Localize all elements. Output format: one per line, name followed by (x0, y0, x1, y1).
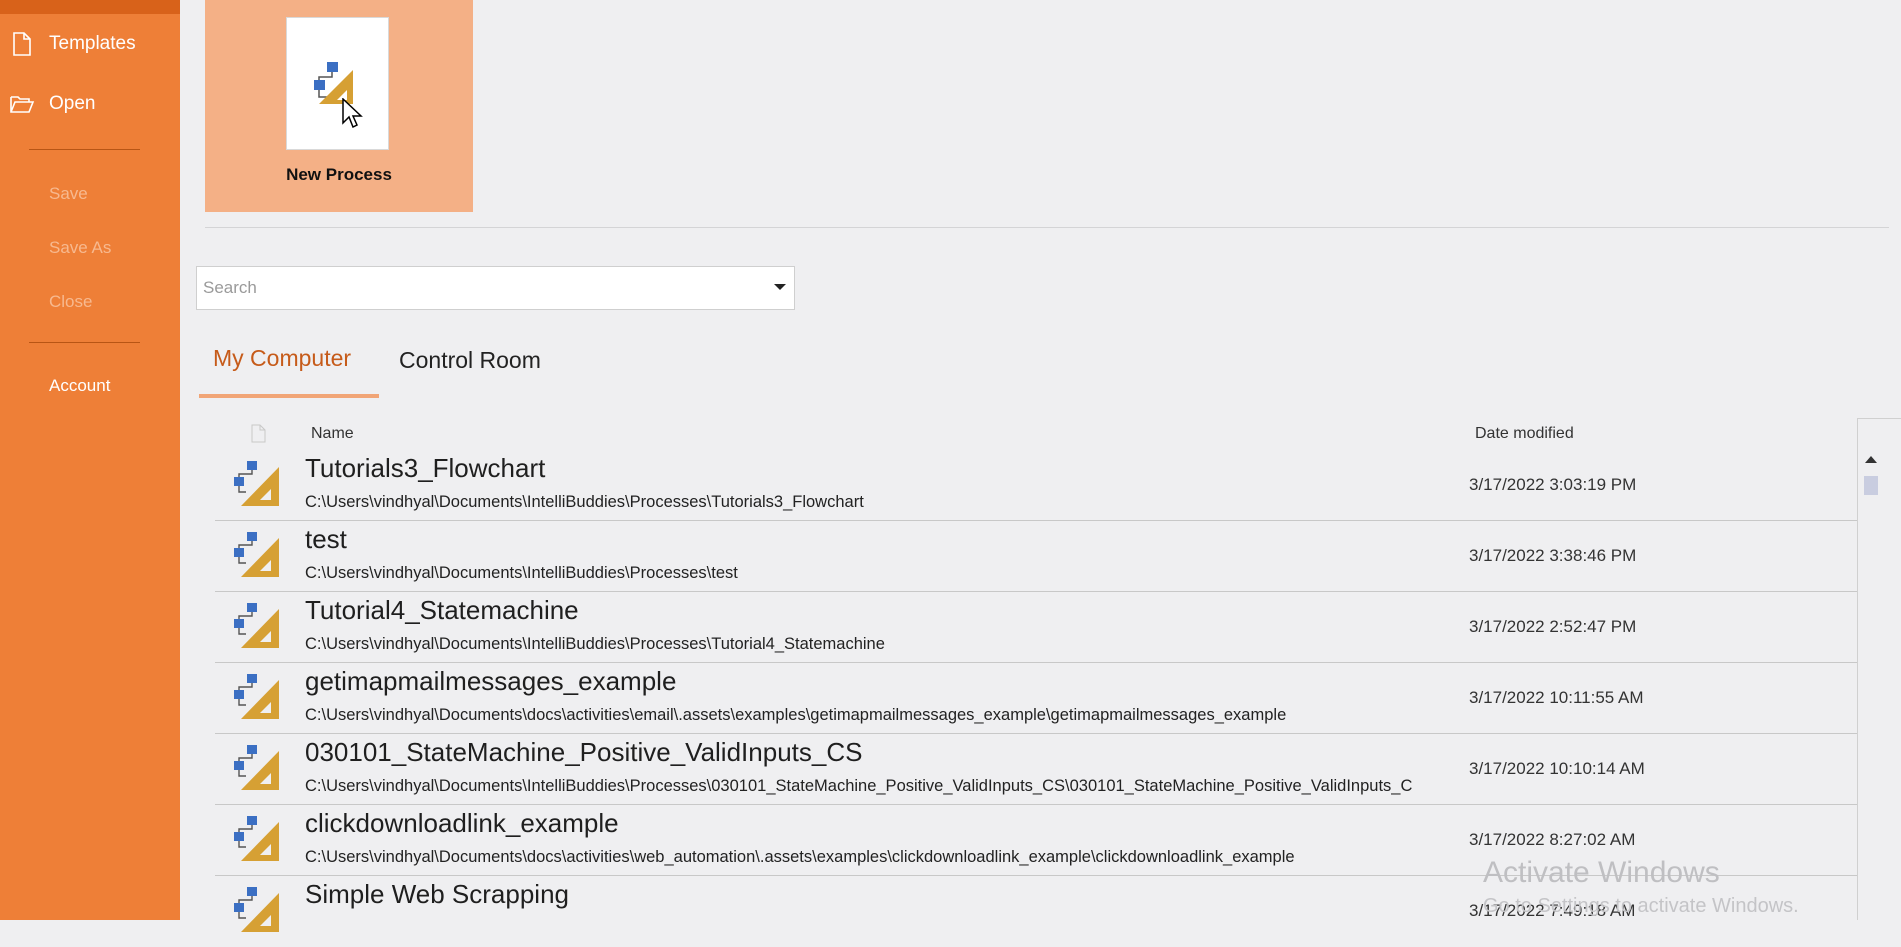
sidebar-item-open[interactable]: Open (0, 82, 180, 126)
row-date: 3/17/2022 8:27:02 AM (1469, 830, 1636, 849)
sidebar-item-close[interactable]: Close (0, 280, 180, 324)
new-process-label: New Process (286, 165, 392, 184)
row-date: 3/17/2022 2:52:47 PM (1469, 617, 1637, 636)
process-file-icon (234, 603, 279, 648)
row-path: C:\Users\vindhyal\Documents\IntelliBuddi… (305, 777, 1413, 795)
row-date: 3/17/2022 3:03:19 PM (1469, 475, 1637, 494)
process-file-icon (234, 532, 279, 577)
folder-open-icon (10, 96, 35, 113)
sidebar-item-save-as[interactable]: Save As (0, 226, 180, 270)
sidebar-item-label: Templates (49, 33, 136, 54)
scroll-up-arrow-icon[interactable] (1865, 456, 1877, 463)
row-date: 3/17/2022 10:10:14 AM (1469, 759, 1645, 778)
row-name: Tutorials3_Flowchart (305, 453, 546, 483)
row-name: 030101_StateMachine_Positive_ValidInputs… (305, 737, 863, 767)
column-header-name[interactable]: Name (311, 425, 354, 443)
row-name: Tutorial4_Statemachine (305, 595, 579, 625)
sidebar-item-label: Save (49, 184, 88, 203)
chevron-down-icon[interactable] (774, 284, 786, 290)
activate-windows-hint: Go to Settings to activate Windows. (1483, 895, 1799, 917)
process-file-icon (234, 887, 279, 932)
table-row[interactable]: test C:\Users\vindhyal\Documents\Intelli… (215, 521, 1857, 592)
row-path: C:\Users\vindhyal\Documents\docs\activit… (305, 706, 1287, 724)
sidebar-item-label: Close (49, 292, 93, 311)
row-date: 3/17/2022 3:38:46 PM (1469, 546, 1637, 565)
new-process-preview (286, 17, 389, 150)
sidebar-item-save[interactable]: Save (0, 172, 180, 216)
document-icon (13, 32, 31, 56)
search-input[interactable] (197, 267, 757, 309)
row-date: 3/17/2022 10:11:55 AM (1469, 688, 1644, 707)
row-name: test (305, 524, 347, 554)
file-type-column-icon (251, 424, 266, 443)
row-path: C:\Users\vindhyal\Documents\docs\activit… (305, 848, 1295, 866)
scrollbar-thumb[interactable] (1864, 476, 1878, 495)
sidebar-item-label: Account (49, 376, 111, 395)
row-path: C:\Users\vindhyal\Documents\IntelliBuddi… (305, 564, 738, 582)
active-tab-indicator (199, 394, 379, 398)
mouse-cursor-icon (342, 98, 363, 129)
table-row[interactable]: getimapmailmessages_example C:\Users\vin… (215, 663, 1857, 734)
tab-my-computer[interactable]: My Computer (213, 345, 351, 372)
new-process-tile[interactable]: New Process (205, 0, 473, 212)
table-row[interactable]: Tutorials3_Flowchart C:\Users\vindhyal\D… (215, 450, 1857, 521)
sidebar-item-templates[interactable]: Templates (0, 22, 180, 66)
table-row[interactable]: 030101_StateMachine_Positive_ValidInputs… (215, 734, 1857, 805)
process-file-icon (234, 674, 279, 719)
section-divider (205, 227, 1889, 228)
row-path: C:\Users\vindhyal\Documents\IntelliBuddi… (305, 635, 885, 653)
row-name: getimapmailmessages_example (305, 666, 677, 696)
sidebar-divider (29, 149, 140, 150)
process-file-icon (234, 745, 279, 790)
sidebar-item-label: Open (49, 93, 96, 114)
column-header-date-modified[interactable]: Date modified (1475, 425, 1574, 443)
activate-windows-watermark: Activate Windows (1483, 856, 1720, 889)
process-file-icon (234, 816, 279, 861)
table-row[interactable]: Tutorial4_Statemachine C:\Users\vindhyal… (215, 592, 1857, 663)
row-path: C:\Users\vindhyal\Documents\IntelliBuddi… (305, 493, 864, 511)
sidebar-back-strip[interactable] (0, 0, 180, 14)
sidebar-item-label: Save As (49, 238, 112, 257)
tab-control-room[interactable]: Control Room (399, 347, 541, 374)
sidebar-divider (29, 342, 140, 343)
scrollbar-header-line (1857, 418, 1901, 419)
sidebar-item-account[interactable]: Account (0, 364, 180, 408)
row-name: Simple Web Scrapping (305, 879, 569, 909)
backstage-sidebar: Templates Open Save Save As Close Accoun… (0, 0, 180, 920)
vertical-scrollbar[interactable] (1857, 418, 1858, 920)
process-file-icon (234, 461, 279, 506)
row-name: clickdownloadlink_example (305, 808, 619, 838)
search-combobox[interactable] (196, 266, 795, 310)
